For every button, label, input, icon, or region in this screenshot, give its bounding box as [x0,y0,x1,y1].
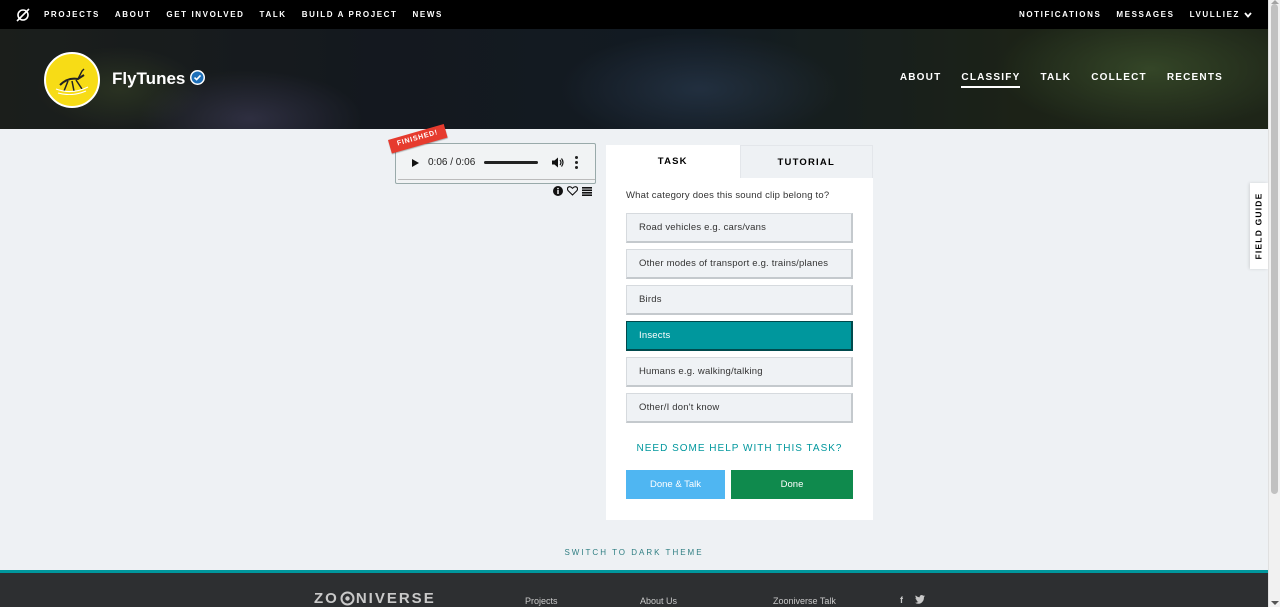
grasshopper-icon [55,68,89,95]
verified-badge-icon [190,70,205,85]
task-tabs: TASK TUTORIAL [606,145,873,178]
subject-meta-tools [553,186,592,196]
audio-time: 0:06 / 0:06 [428,157,476,168]
task-panel: TASK TUTORIAL What category does this so… [606,145,873,520]
project-title[interactable]: FlyTunes [112,69,185,89]
page-scrollbar[interactable] [1268,0,1280,607]
wordmark-right: NIVERSE [355,590,436,607]
topnav-about[interactable]: ABOUT [115,10,151,19]
topnav-news[interactable]: NEWS [413,10,443,19]
field-guide-tab[interactable]: FIELD GUIDE [1250,183,1268,269]
task-question: What category does this sound clip belon… [626,190,830,201]
topnav-build-a-project[interactable]: BUILD A PROJECT [302,10,398,19]
zooniverse-wordmark[interactable]: ZO NIVERSE [314,590,436,607]
audio-progress-bar[interactable] [484,161,539,164]
done-and-talk-button[interactable]: Done & Talk [626,470,725,499]
heart-icon[interactable] [567,186,578,196]
top-nav: PROJECTS ABOUT GET INVOLVED TALK BUILD A… [0,0,1268,29]
info-icon[interactable] [553,186,563,196]
answer-humans[interactable]: Humans e.g. walking/talking [626,357,853,387]
footer-about-us-link[interactable]: About Us [640,596,677,606]
footer: ZO NIVERSE Projects About Us Zooniverse … [0,570,1268,607]
footer-projects-link[interactable]: Projects [525,596,558,606]
field-guide-label: FIELD GUIDE [1254,192,1265,260]
twitter-icon[interactable] [915,595,925,604]
answer-insects[interactable]: Insects [626,321,853,351]
switch-dark-theme-link[interactable]: SWITCH TO DARK THEME [0,548,1268,557]
topnav-right: NOTIFICATIONS MESSAGES LVULLIEZ [1019,10,1268,19]
footer-social: f [900,595,925,605]
answer-birds[interactable]: Birds [626,285,853,315]
footer-talk-link[interactable]: Zooniverse Talk [773,596,836,606]
user-menu[interactable]: LVULLIEZ [1190,10,1252,19]
answer-other-transport[interactable]: Other modes of transport e.g. trains/pla… [626,249,853,279]
collections-list-icon[interactable] [582,186,592,196]
chevron-down-icon [1244,11,1252,18]
topnav-messages[interactable]: MESSAGES [1116,10,1174,19]
facebook-icon[interactable]: f [900,595,903,605]
project-avatar[interactable] [44,52,100,108]
topnav-talk[interactable]: TALK [260,10,287,19]
project-hero-banner: FlyTunes ABOUT CLASSIFY TALK COLLECT REC… [0,29,1268,129]
project-nav: ABOUT CLASSIFY TALK COLLECT RECENTS [900,72,1223,88]
topnav-notifications[interactable]: NOTIFICATIONS [1019,10,1101,19]
audio-player: 0:06 / 0:06 [398,146,595,180]
tab-task[interactable]: TASK [606,145,740,178]
wordmark-left: ZO [314,590,339,607]
volume-icon[interactable] [552,157,564,168]
answer-other-dont-know[interactable]: Other/I don't know [626,393,853,423]
project-nav-collect[interactable]: COLLECT [1091,72,1147,88]
topnav-projects[interactable]: PROJECTS [44,10,100,19]
user-name: LVULLIEZ [1189,10,1240,19]
done-button[interactable]: Done [731,470,853,499]
project-nav-recents[interactable]: RECENTS [1167,72,1223,88]
more-options-icon[interactable] [575,156,579,169]
subject-audio-viewer: 0:06 / 0:06 [395,143,596,184]
scroll-down-icon[interactable] [1271,601,1279,605]
zooniverse-logo-icon [340,591,355,606]
project-nav-classify[interactable]: CLASSIFY [961,72,1021,88]
topnav-get-involved[interactable]: GET INVOLVED [166,10,244,19]
tab-tutorial[interactable]: TUTORIAL [739,145,873,178]
switch-dark-theme-label: SWITCH TO DARK THEME [564,548,704,557]
scroll-thumb[interactable] [1271,4,1278,494]
play-icon[interactable] [412,158,419,167]
task-help-link[interactable]: NEED SOME HELP WITH THIS TASK? [606,443,873,454]
project-nav-talk[interactable]: TALK [1040,72,1071,88]
project-nav-about[interactable]: ABOUT [900,72,942,88]
zooniverse-logo-icon[interactable] [16,7,30,22]
answer-road-vehicles[interactable]: Road vehicles e.g. cars/vans [626,213,853,243]
